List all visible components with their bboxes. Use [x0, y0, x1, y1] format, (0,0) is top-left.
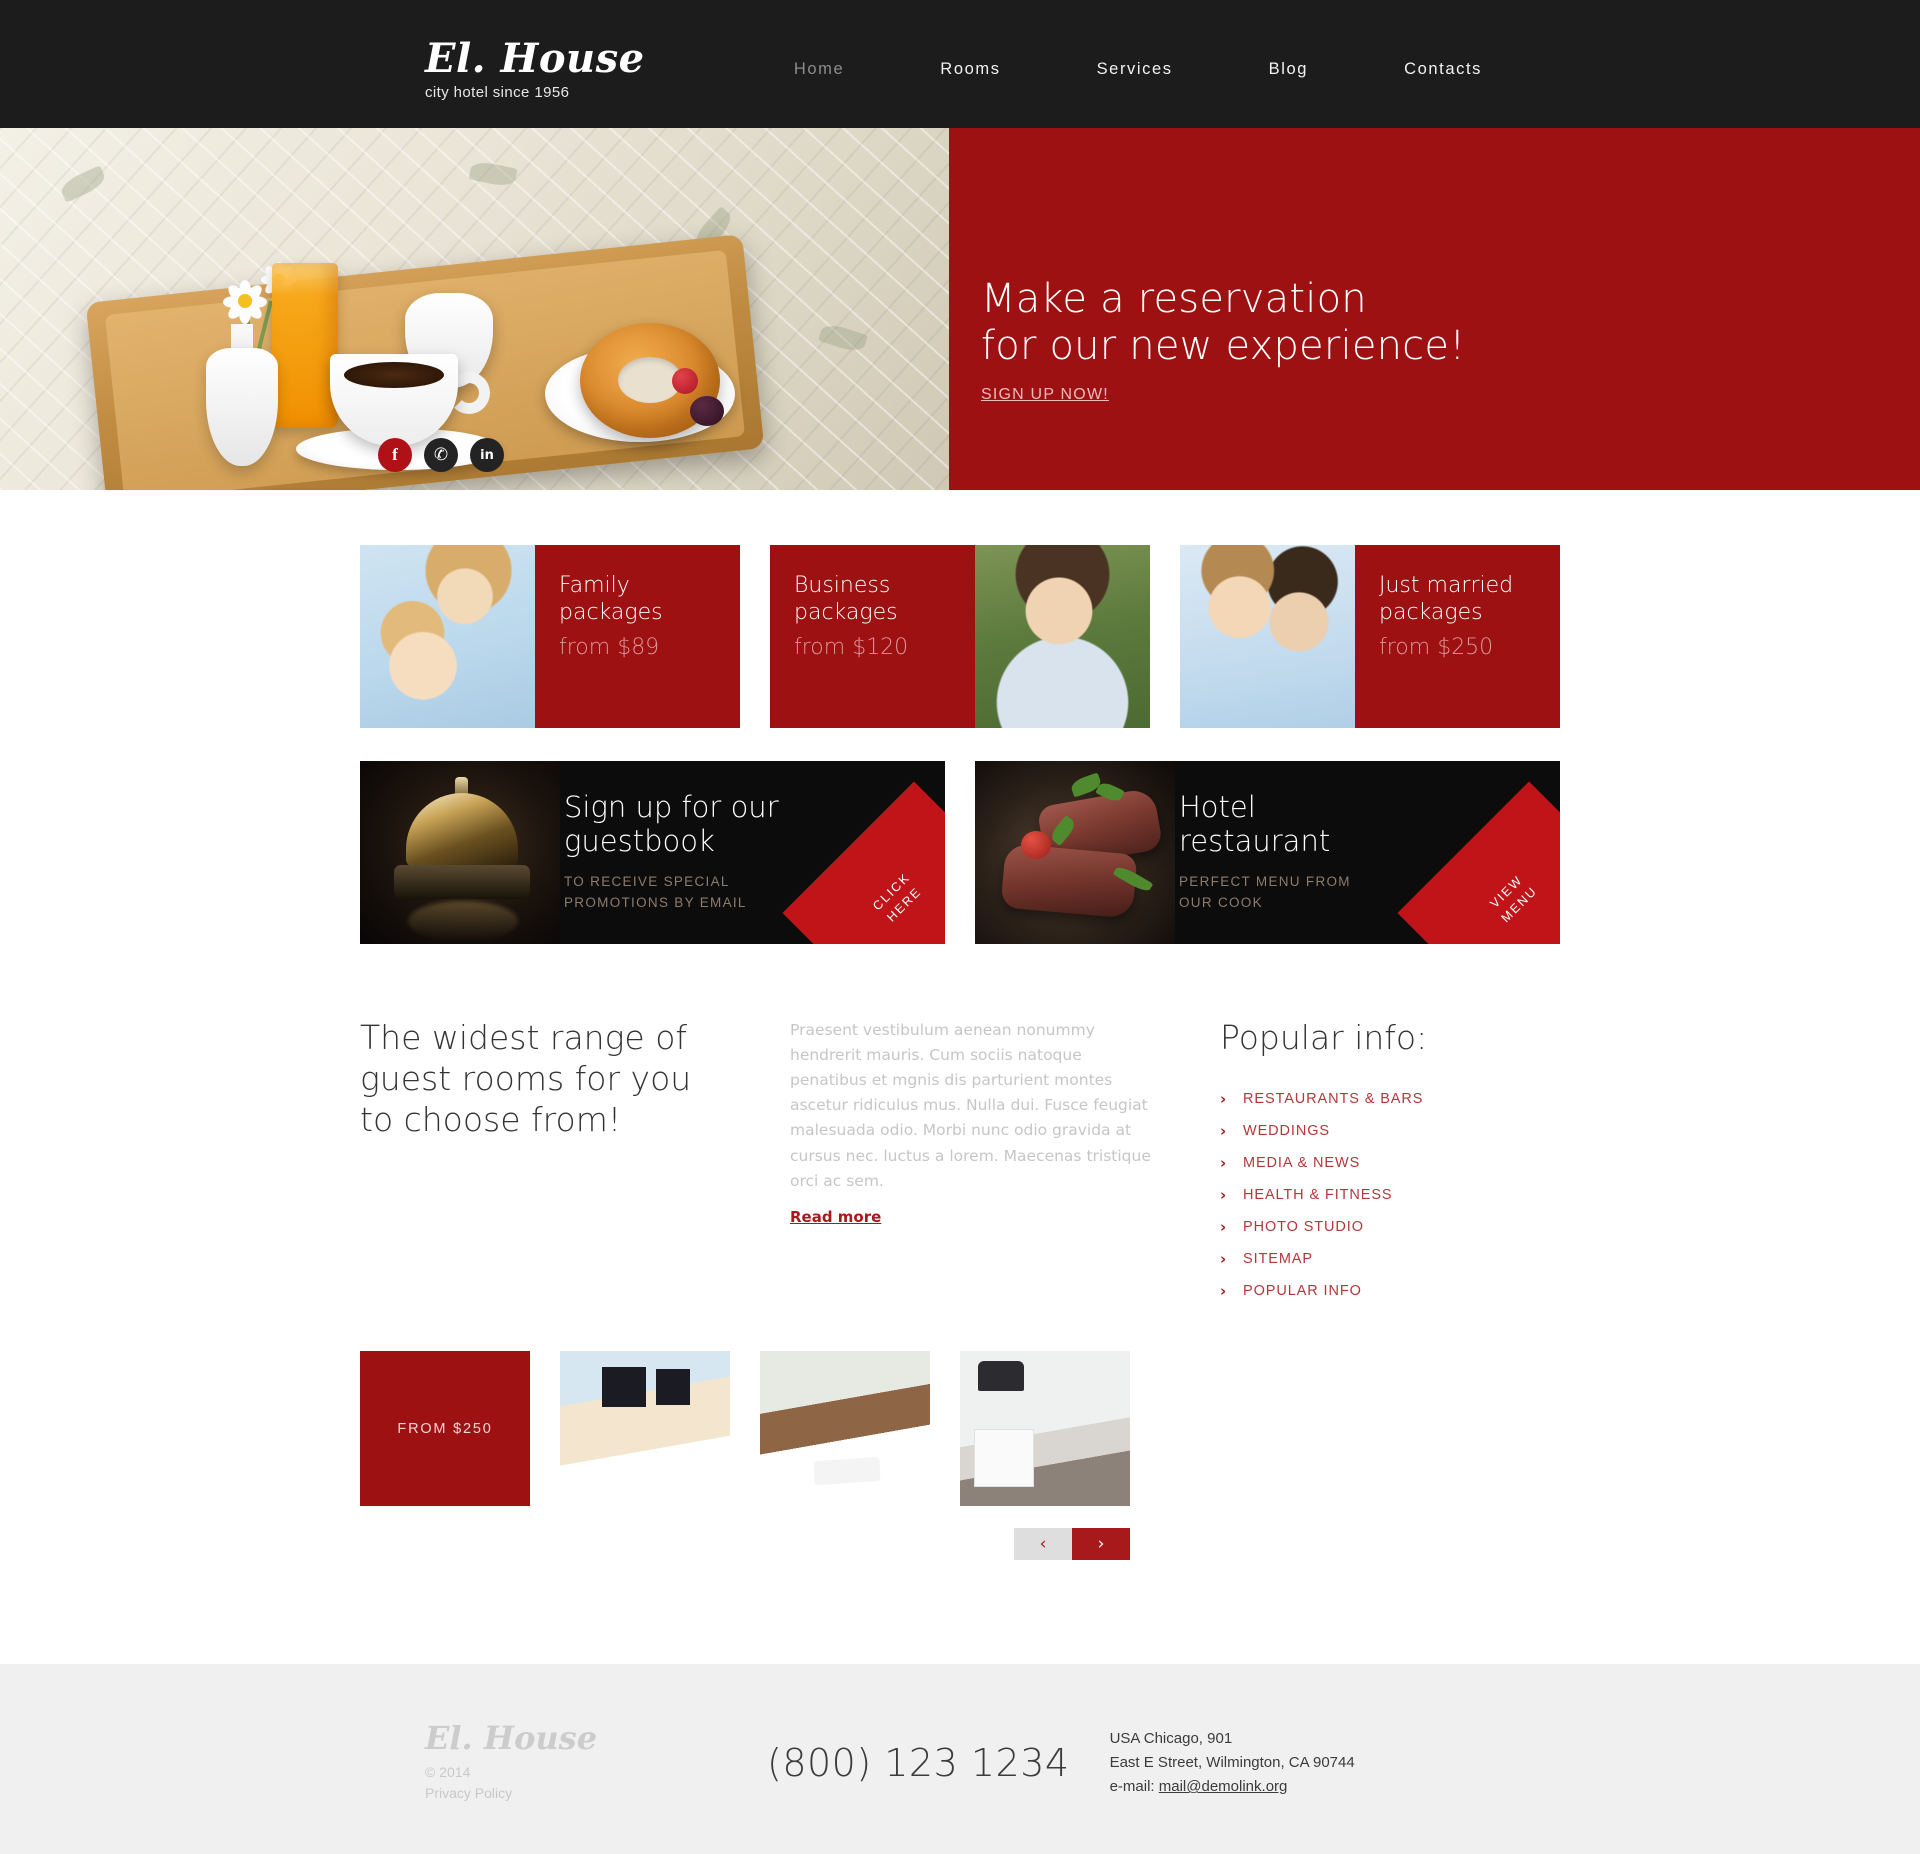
popular-info-list: › RESTAURANTS & BARS › WEDDINGS › MEDIA … [1220, 1083, 1560, 1307]
main-content: The widest range of guest rooms for you … [360, 944, 1560, 1307]
nav-item-home[interactable]: Home [746, 60, 892, 79]
popular-item-label: HEALTH & FITNESS [1243, 1187, 1393, 1203]
gallery-thumb-room-white-linens[interactable] [760, 1351, 930, 1506]
popular-item-photo-studio[interactable]: › PHOTO STUDIO [1220, 1211, 1560, 1243]
popular-item-weddings[interactable]: › WEDDINGS [1220, 1115, 1560, 1147]
gallery-prev-button[interactable]: ‹ [1014, 1528, 1072, 1560]
nav-item-blog[interactable]: Blog [1221, 60, 1356, 79]
package-name-line-1: Family [559, 573, 630, 598]
promo-banner-restaurant[interactable]: Hotel restaurant PERFECT MENU FROM OUR C… [975, 761, 1560, 944]
page-root: El. House city hotel since 1956 Home Roo… [0, 0, 1920, 1854]
site-logo[interactable]: El. House city hotel since 1956 [360, 28, 660, 101]
footer-email-label: e-mail: [1109, 1778, 1159, 1796]
package-price: from $250 [1379, 634, 1494, 660]
package-photo-family [360, 545, 535, 728]
gallery-price-label: FROM $250 [397, 1420, 493, 1437]
gallery-pager: ‹ › [360, 1528, 1130, 1560]
chevron-right-icon: › [1220, 1154, 1227, 1172]
popular-info-title: Popular info: [1220, 1018, 1428, 1057]
promo-banner-guestbook[interactable]: Sign up for our guestbook TO RECEIVE SPE… [360, 761, 945, 944]
hero-title-line-2: for our new experience! [981, 323, 1466, 370]
read-more-link[interactable]: Read more [790, 1208, 881, 1226]
intro-paragraph: Praesent vestibulum aenean nonummy hendr… [790, 1021, 1151, 1190]
chevron-right-icon: › [1220, 1218, 1227, 1236]
footer-copyright: © 2014 [425, 1763, 471, 1780]
chevron-right-icon: › [1220, 1122, 1227, 1140]
popular-item-health-fitness[interactable]: › HEALTH & FITNESS [1220, 1179, 1560, 1211]
package-photo-just-married [1180, 545, 1355, 728]
rooms-text-column: Praesent vestibulum aenean nonummy hendr… [790, 1018, 1160, 1307]
footer-logo-wordmark: El. House [425, 1719, 598, 1758]
footer-email-link[interactable]: mail@demolink.org [1159, 1778, 1288, 1795]
privacy-policy-link[interactable]: Privacy Policy [425, 1783, 725, 1804]
linkedin-icon[interactable]: in [470, 438, 504, 472]
promo-photo-grilled-steak [975, 761, 1175, 944]
chevron-right-icon: › [1220, 1282, 1227, 1300]
hero-caption-panel: Make a reservation for our new experienc… [949, 128, 1920, 569]
package-card-business[interactable]: Business packages from $120 [770, 545, 1150, 728]
footer-phone: (800) 123 1234 [767, 1741, 1070, 1785]
footer-address: USA Chicago, 901 East E Street, Wilmingt… [1110, 1727, 1355, 1800]
gallery-next-button[interactable]: › [1072, 1528, 1130, 1560]
popular-item-popular-info[interactable]: › POPULAR INFO [1220, 1275, 1560, 1307]
chevron-right-icon: › [1220, 1250, 1227, 1268]
popular-item-label: SITEMAP [1243, 1251, 1313, 1267]
chevron-right-icon: › [1220, 1186, 1227, 1204]
gallery-thumb-room-dark-headboard[interactable] [560, 1351, 730, 1506]
footer-address-line-2: East E Street, Wilmington, CA 90744 [1109, 1753, 1355, 1771]
site-footer: El. House © 2014 Privacy Policy (800) 12… [0, 1664, 1920, 1854]
package-card-just-married[interactable]: Just married packages from $250 [1180, 545, 1560, 728]
site-header: El. House city hotel since 1956 Home Roo… [0, 0, 1920, 128]
popular-item-label: RESTAURANTS & BARS [1243, 1091, 1424, 1107]
logo-wordmark: El. House [425, 34, 645, 82]
section-heading-line-2: guest rooms for you [360, 1058, 692, 1098]
logo-tagline: city hotel since 1956 [425, 83, 570, 101]
popular-item-media-news[interactable]: › MEDIA & NEWS [1220, 1147, 1560, 1179]
footer-email-row: e-mail: mail@demolink.org [1110, 1775, 1355, 1799]
hero-photo-breakfast-tray [0, 128, 949, 490]
nav-item-services[interactable]: Services [1049, 60, 1221, 79]
nav-item-rooms[interactable]: Rooms [892, 60, 1048, 79]
packages-row: Family packages from $89 Business packag… [360, 490, 1560, 728]
package-name-line-2: packages [794, 599, 898, 625]
hero-slider: f ✆ in Make a reservation for our new ex… [0, 128, 1920, 569]
hero-signup-link[interactable]: SIGN UP NOW! [981, 386, 1109, 404]
rooms-intro-column: The widest range of guest rooms for you … [360, 1018, 760, 1307]
popular-item-label: WEDDINGS [1243, 1123, 1330, 1139]
footer-logo[interactable]: El. House © 2014 Privacy Policy [425, 1722, 725, 1804]
rooms-gallery: FROM $250 [360, 1351, 1560, 1506]
popular-item-label: POPULAR INFO [1243, 1283, 1362, 1299]
package-name-line-2: packages [559, 599, 663, 625]
hero-social-links: f ✆ in [378, 438, 504, 472]
hero-title-line-1: Make a reservation [981, 276, 1367, 322]
footer-address-line-1: USA Chicago, 901 [1109, 1729, 1233, 1747]
popular-info-column: Popular info: › RESTAURANTS & BARS › WED… [1190, 1018, 1560, 1307]
promo-banners-row: Sign up for our guestbook TO RECEIVE SPE… [360, 728, 1560, 944]
section-heading-line-3: to choose from! [360, 1099, 622, 1139]
main-navigation: Home Rooms Services Blog Contacts [660, 60, 1560, 79]
hero-title: Make a reservation for our new experienc… [981, 276, 1920, 370]
package-price: from $120 [794, 634, 909, 660]
twitter-icon[interactable]: ✆ [424, 438, 458, 472]
section-heading-line-1: The widest range of [360, 1018, 688, 1057]
popular-item-label: PHOTO STUDIO [1243, 1219, 1364, 1235]
nav-item-contacts[interactable]: Contacts [1356, 60, 1530, 79]
package-name-line-1: Just married [1379, 573, 1514, 598]
popular-item-restaurants-bars[interactable]: › RESTAURANTS & BARS [1220, 1083, 1560, 1115]
content-container: Family packages from $89 Business packag… [360, 490, 1560, 1560]
package-card-family[interactable]: Family packages from $89 [360, 545, 740, 728]
package-name-line-2: packages [1379, 599, 1483, 625]
section-heading: The widest range of guest rooms for you … [360, 1018, 760, 1141]
package-photo-business [975, 545, 1150, 728]
facebook-icon[interactable]: f [378, 438, 412, 472]
popular-item-sitemap[interactable]: › SITEMAP [1220, 1243, 1560, 1275]
package-price: from $89 [559, 634, 660, 660]
gallery-price-tile: FROM $250 [360, 1351, 530, 1506]
package-name-line-1: Business [794, 573, 891, 598]
gallery-thumb-room-lamp-nightstand[interactable] [960, 1351, 1130, 1506]
promo-photo-service-bell [360, 761, 560, 944]
popular-item-label: MEDIA & NEWS [1243, 1155, 1361, 1171]
chevron-right-icon: › [1220, 1090, 1227, 1108]
